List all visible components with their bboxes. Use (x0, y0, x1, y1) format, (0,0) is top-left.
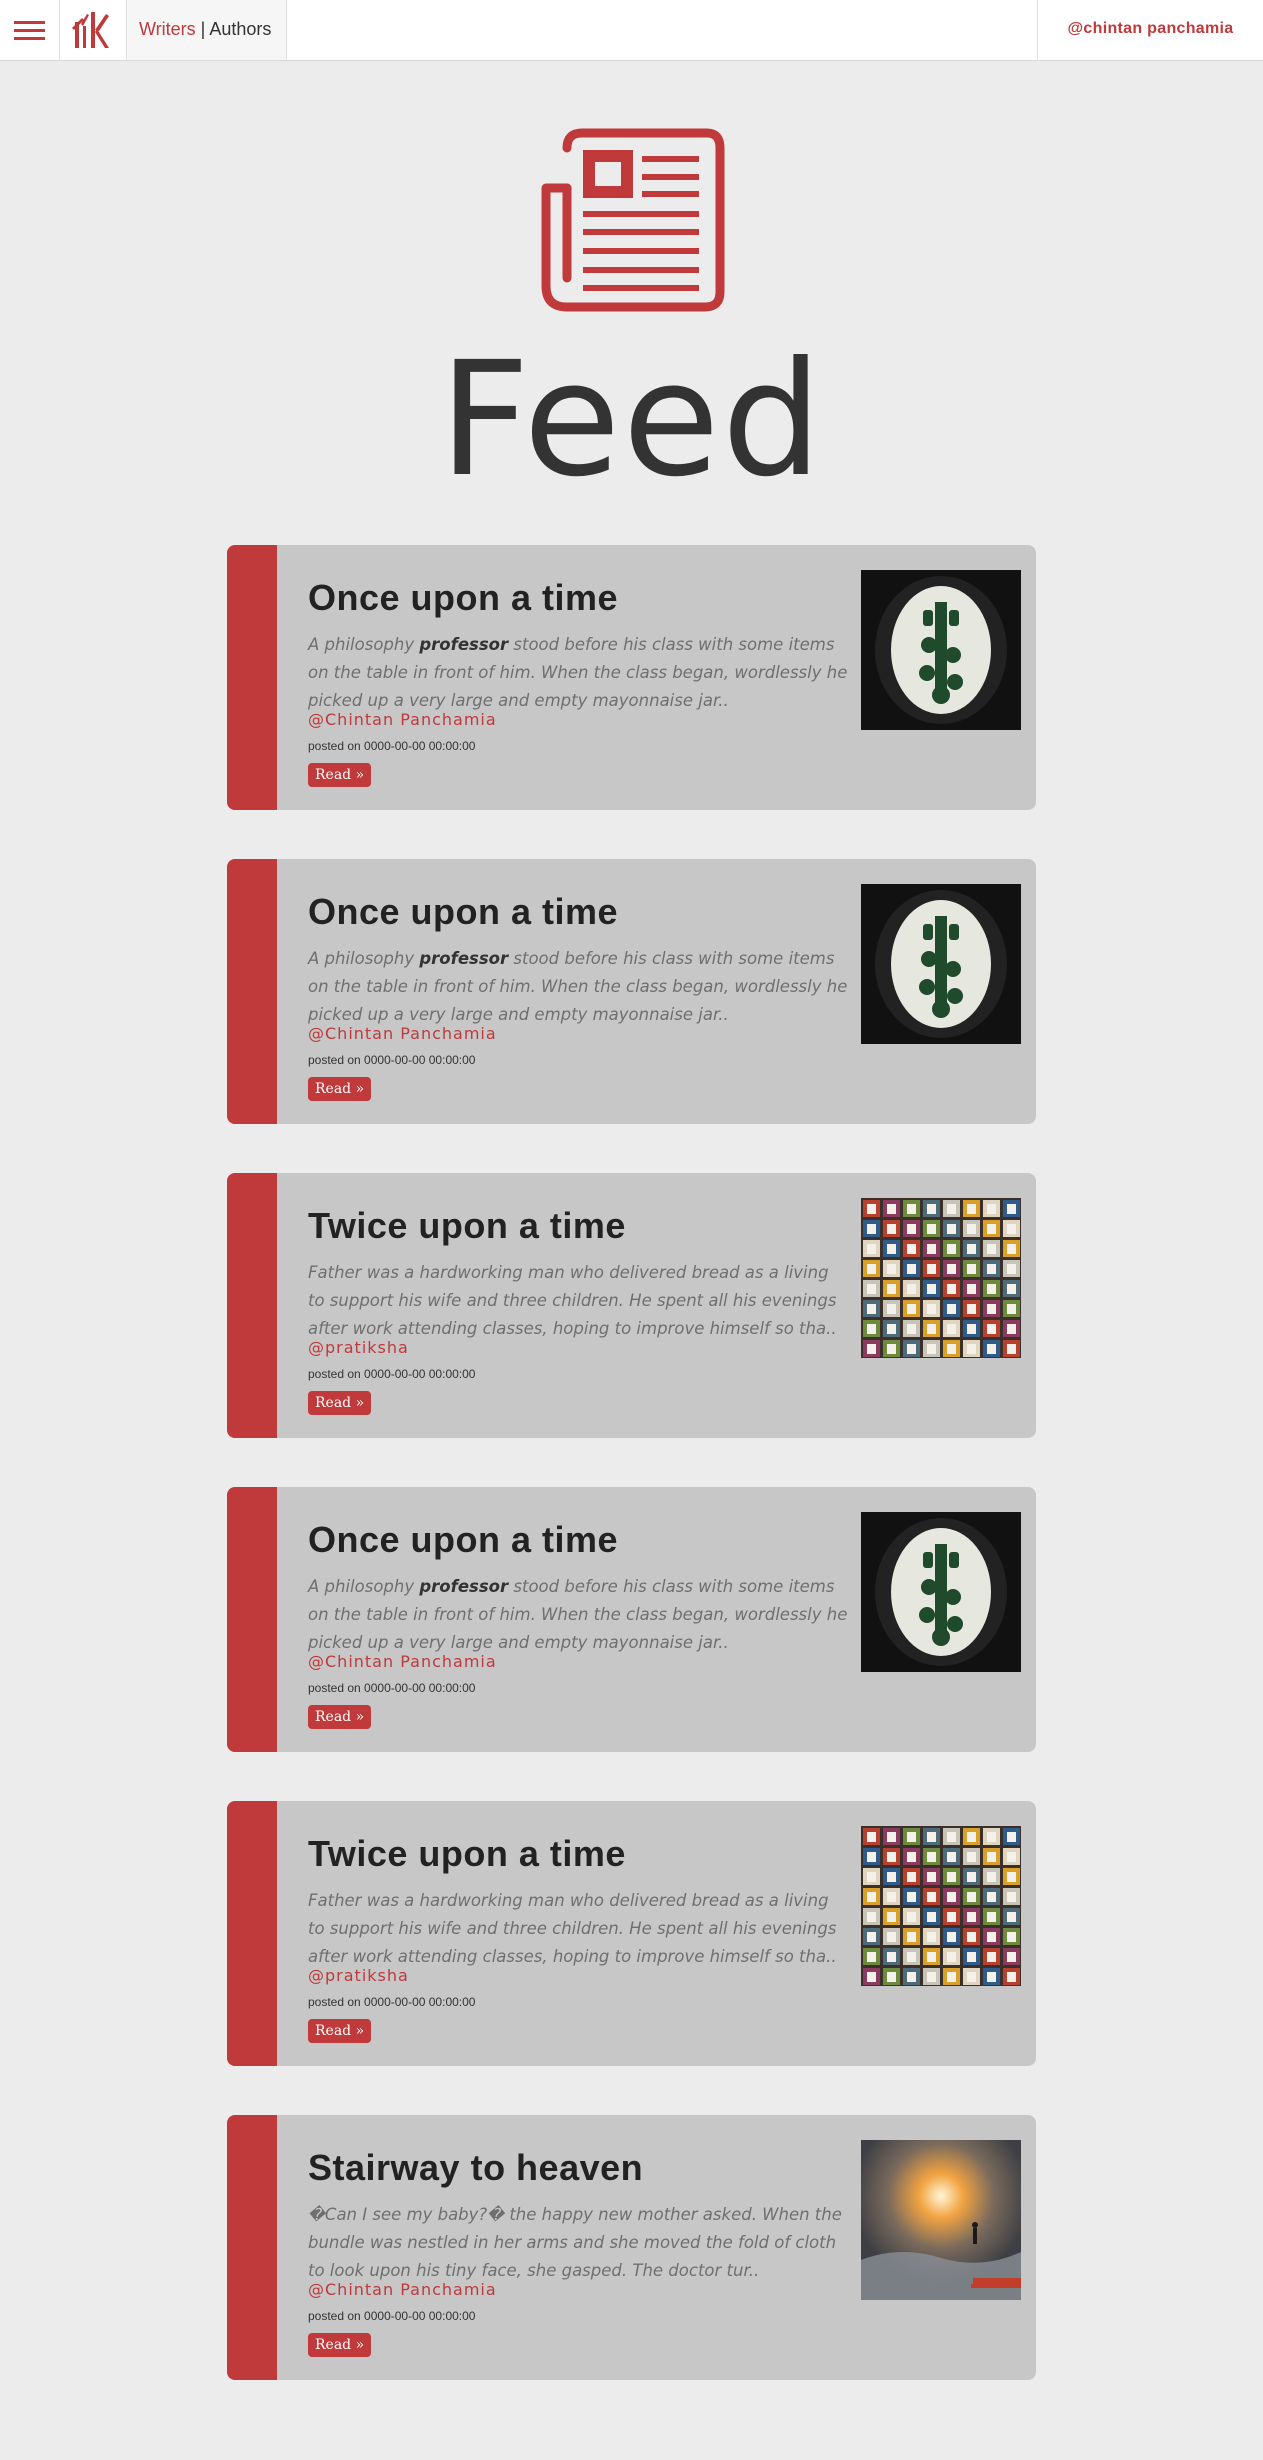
site-brand[interactable]: Writers | Authors (127, 0, 287, 60)
card-excerpt: A philosophy professor stood before his … (308, 635, 848, 710)
card-posted-date: posted on 0000-00-00 00:00:00 (308, 739, 476, 753)
brand-writers[interactable]: Writers (139, 19, 196, 39)
card-thumbnail[interactable] (861, 884, 1021, 1044)
card-title[interactable]: Twice upon a time (308, 1205, 626, 1247)
card-accent-bar (227, 1487, 277, 1752)
card-posted-date: posted on 0000-00-00 00:00:00 (308, 1367, 476, 1381)
logo-icon (72, 12, 109, 48)
card-title[interactable]: Twice upon a time (308, 1833, 626, 1875)
newspaper-icon (539, 128, 725, 312)
card-author-link[interactable]: @pratiksha (308, 1966, 409, 1985)
feed-card: Twice upon a time Father was a hardworki… (227, 1173, 1036, 1438)
feed-card: Once upon a time A philosophy professor … (227, 1487, 1036, 1752)
read-button[interactable]: Read » (308, 1705, 372, 1729)
card-accent-bar (227, 859, 277, 1124)
feed-card: Once upon a time A philosophy professor … (227, 859, 1036, 1124)
card-author-link[interactable]: @Chintan Panchamia (308, 710, 497, 729)
card-accent-bar (227, 1173, 277, 1438)
card-accent-bar (227, 2115, 277, 2380)
card-excerpt: A philosophy professor stood before his … (308, 949, 848, 1024)
card-thumbnail[interactable] (861, 1198, 1021, 1358)
menu-button[interactable] (0, 0, 60, 60)
card-posted-date: posted on 0000-00-00 00:00:00 (308, 1995, 476, 2009)
feed-card: Stairway to heaven �Can I see my baby?� … (227, 2115, 1036, 2380)
read-button[interactable]: Read » (308, 2019, 372, 2043)
card-posted-date: posted on 0000-00-00 00:00:00 (308, 1053, 476, 1067)
card-excerpt: Father was a hardworking man who deliver… (308, 1891, 837, 1966)
card-excerpt: Father was a hardworking man who deliver… (308, 1263, 837, 1338)
card-excerpt: A philosophy professor stood before his … (308, 1577, 848, 1652)
card-title[interactable]: Once upon a time (308, 577, 618, 619)
site-logo[interactable] (60, 0, 127, 60)
card-posted-date: posted on 0000-00-00 00:00:00 (308, 2309, 476, 2323)
card-thumbnail[interactable] (861, 570, 1021, 730)
read-button[interactable]: Read » (308, 2333, 372, 2357)
user-handle-link[interactable]: @chintan panchamia (1037, 0, 1263, 60)
read-button[interactable]: Read » (308, 1391, 372, 1415)
card-title[interactable]: Once upon a time (308, 1519, 618, 1561)
brand-separator: | (195, 19, 210, 39)
card-title[interactable]: Stairway to heaven (308, 2147, 643, 2189)
read-button[interactable]: Read » (308, 763, 372, 787)
card-thumbnail[interactable] (861, 2140, 1021, 2300)
feed-card: Once upon a time A philosophy professor … (227, 545, 1036, 810)
card-accent-bar (227, 545, 277, 810)
page-title: Feed (439, 328, 824, 512)
card-author-link[interactable]: @Chintan Panchamia (308, 2280, 497, 2299)
top-nav: Writers | Authors @chintan panchamia (0, 0, 1263, 61)
brand-authors[interactable]: Authors (209, 19, 271, 39)
card-excerpt: �Can I see my baby?� the happy new mothe… (308, 2205, 842, 2280)
card-accent-bar (227, 1801, 277, 2066)
card-author-link[interactable]: @pratiksha (308, 1338, 409, 1357)
card-thumbnail[interactable] (861, 1826, 1021, 1986)
read-button[interactable]: Read » (308, 1077, 372, 1101)
card-posted-date: posted on 0000-00-00 00:00:00 (308, 1681, 476, 1695)
card-thumbnail[interactable] (861, 1512, 1021, 1672)
card-author-link[interactable]: @Chintan Panchamia (308, 1652, 497, 1671)
feed-card: Twice upon a time Father was a hardworki… (227, 1801, 1036, 2066)
card-author-link[interactable]: @Chintan Panchamia (308, 1024, 497, 1043)
card-title[interactable]: Once upon a time (308, 891, 618, 933)
